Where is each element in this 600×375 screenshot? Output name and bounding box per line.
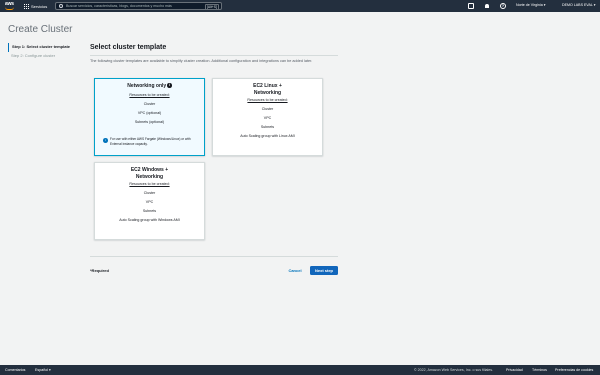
section-title: Select cluster template (90, 44, 167, 51)
required-label: *Required (90, 268, 109, 273)
template-card-ec2-windows[interactable]: EC2 Windows + Networking Resources to be … (94, 162, 205, 240)
search-input[interactable]: Buscar servicios, características, blogs… (55, 2, 222, 10)
note-text: For use with either AWS Fargate (Windows… (110, 137, 191, 146)
resource-item: Auto Scaling group with Linux AMI (240, 134, 295, 138)
grid-icon (24, 3, 29, 9)
info-circle-icon: i (103, 138, 108, 143)
cookie-preferences-link[interactable]: Preferencias de cookies (555, 368, 593, 372)
search-placeholder: Buscar servicios, características, blogs… (66, 4, 172, 8)
resource-item: VPC (optional) (137, 111, 162, 115)
step-1-select-template[interactable]: Step 1: Select cluster template (8, 43, 70, 52)
search-icon (59, 4, 63, 8)
services-label: Servicios (31, 3, 48, 9)
info-icon[interactable]: i (167, 83, 172, 88)
page-title: Create Cluster (8, 24, 73, 35)
wizard-steps: Step 1: Select cluster template Step 2: … (8, 43, 70, 61)
bell-icon[interactable] (484, 3, 490, 9)
next-step-button[interactable]: Next step (310, 266, 338, 275)
aws-smile-icon (5, 7, 14, 10)
privacy-link[interactable]: Privacidad (506, 368, 523, 372)
card-title: EC2 Windows + Networking (130, 167, 169, 180)
card-title: Networking only i (127, 83, 172, 89)
template-card-ec2-linux[interactable]: EC2 Linux + Networking Resources to be cr… (212, 78, 323, 156)
search-shortcut: [Alt+S] (204, 4, 219, 10)
resources-label: Resources to be created: (129, 93, 170, 97)
aws-logo[interactable]: aws (4, 1, 16, 11)
template-card-networking-only[interactable]: Networking only i Resources to be created… (94, 78, 205, 156)
copyright-text: © 2022, Amazon Web Services, Inc. o sus … (414, 368, 494, 372)
account-menu[interactable]: DEMO LABS EVAL ▾ (562, 3, 596, 7)
info-note: i For use with either AWS Fargate (Windo… (103, 137, 199, 146)
section-description: The following cluster templates are avai… (90, 59, 313, 63)
resource-item: Cluster (143, 102, 156, 106)
region-selector[interactable]: Norte de Virginia ▾ (516, 3, 546, 7)
top-navigation-bar: aws Servicios Buscar servicios, caracter… (0, 0, 600, 12)
services-menu-button[interactable]: Servicios (24, 2, 47, 10)
resource-item: Subnets (142, 209, 157, 213)
help-icon[interactable]: ? (500, 3, 506, 9)
language-selector[interactable]: Español ▾ (35, 368, 51, 372)
resource-item: Cluster (143, 191, 156, 195)
resource-item: Cluster (261, 107, 274, 111)
resource-item: VPC (263, 116, 272, 120)
step-2-configure-cluster[interactable]: Step 2: Configure cluster (8, 52, 70, 61)
resource-item: Subnets (optional) (134, 120, 165, 124)
divider (90, 55, 338, 56)
bottom-bar: Comentarios Español ▾ © 2022, Amazon Web… (0, 365, 600, 375)
resource-item: Auto Scaling group with Windows AMI (119, 218, 180, 222)
resource-item: VPC (145, 200, 154, 204)
card-title: EC2 Linux + Networking (253, 83, 282, 96)
cancel-button[interactable]: Cancel (285, 266, 305, 275)
divider (90, 256, 338, 257)
feedback-link[interactable]: Comentarios (5, 368, 25, 372)
terms-link[interactable]: Términos (532, 368, 547, 372)
resource-item: Subnets (260, 125, 275, 129)
resources-label: Resources to be created: (129, 182, 170, 186)
resources-label: Resources to be created: (247, 98, 288, 102)
cloudshell-icon[interactable] (468, 3, 474, 9)
